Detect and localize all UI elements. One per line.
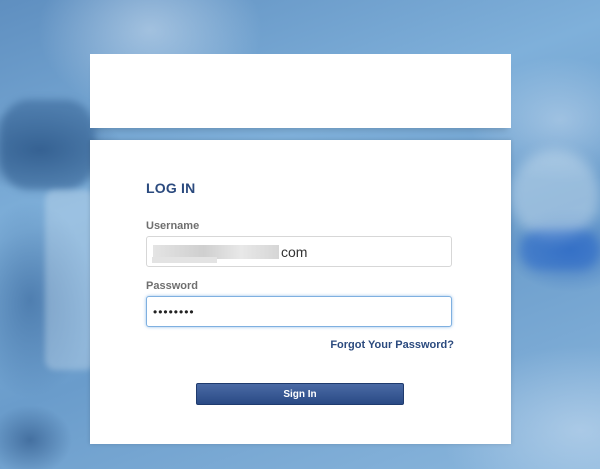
redacted-text [152, 257, 217, 263]
login-title: LOG IN [146, 180, 196, 196]
header-panel [90, 54, 511, 128]
password-label: Password [146, 280, 198, 292]
password-field[interactable]: •••••••• [146, 296, 452, 327]
sign-in-button[interactable]: Sign In [196, 383, 404, 405]
forgot-password-link[interactable]: Forgot Your Password? [330, 339, 454, 351]
username-label: Username [146, 220, 200, 232]
background-blur-shape [510, 150, 600, 240]
background-blur-shape [0, 100, 95, 190]
username-value: com [281, 243, 308, 260]
login-panel: LOG IN Username com Password •••••••• Fo… [90, 140, 511, 444]
password-value: •••••••• [153, 305, 195, 319]
background-blur-shape [45, 190, 95, 370]
background-blur-shape [520, 230, 600, 270]
